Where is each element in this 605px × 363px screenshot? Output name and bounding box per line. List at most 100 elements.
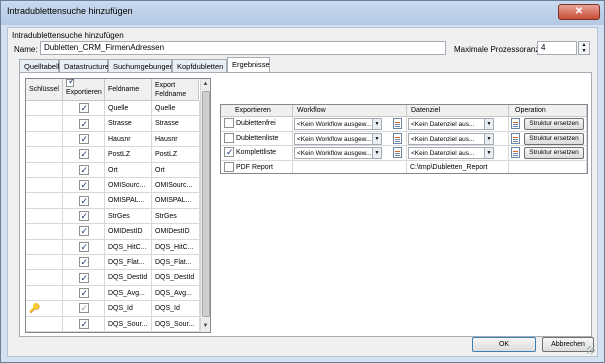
export-checkbox[interactable]	[78, 132, 89, 146]
workflow-cell[interactable]: <Kein Workflow ausgew... ▼	[293, 131, 407, 146]
operation-cell[interactable]: Struktur ersetzen	[509, 117, 587, 132]
field-name-cell[interactable]: DQS_HitC...	[105, 239, 152, 255]
workflow-dropdown[interactable]: <Kein Workflow ausgew... ▼	[294, 118, 382, 130]
export-checkbox[interactable]	[78, 255, 89, 269]
edit-target-icon[interactable]	[511, 132, 520, 144]
export-checkbox[interactable]	[78, 209, 89, 223]
key-cell[interactable]	[26, 131, 63, 148]
chevron-down-icon[interactable]: ▼	[484, 133, 493, 144]
field-name-column-header[interactable]: Feldname	[105, 79, 152, 101]
export-cell[interactable]	[63, 301, 105, 317]
export-checkbox[interactable]	[78, 240, 89, 254]
export-checkbox[interactable]	[78, 317, 89, 331]
field-name-cell[interactable]: DQS_Id	[105, 301, 152, 317]
export-field-name-cell[interactable]: Strasse	[152, 116, 200, 132]
max-processors-spinner[interactable]: ▲ ▼	[578, 41, 590, 55]
target-header[interactable]: Datenziel	[407, 105, 509, 117]
workflow-cell[interactable]: <Kein Workflow ausgew... ▼	[293, 117, 407, 132]
export-field-name-cell[interactable]: DQS_Flat...	[152, 255, 200, 271]
target-cell[interactable]: <Kein Datenziel aus... ▼	[407, 117, 509, 132]
key-cell[interactable]	[26, 255, 63, 271]
resize-grip-icon[interactable]	[587, 346, 595, 354]
field-name-cell[interactable]: OMIDestID	[105, 224, 152, 240]
key-cell[interactable]	[26, 208, 63, 225]
field-name-cell[interactable]: DQS_Avg...	[105, 285, 152, 302]
export-checkbox[interactable]	[78, 286, 89, 300]
export-field-name-cell[interactable]: DQS_Avg...	[152, 285, 200, 302]
target-dropdown[interactable]: <Kein Datenziel aus... ▼	[408, 147, 494, 159]
edit-workflow-icon[interactable]	[393, 132, 402, 144]
field-name-cell[interactable]: OMISourc...	[105, 178, 152, 194]
chevron-down-icon[interactable]: ▼	[372, 133, 381, 144]
result-export-checkbox[interactable]	[224, 161, 234, 172]
result-export-checkbox[interactable]	[224, 146, 234, 160]
field-name-cell[interactable]: Quelle	[105, 101, 152, 117]
workflow-cell[interactable]: <Kein Workflow ausgew... ▼	[293, 146, 407, 161]
spin-down-icon[interactable]: ▼	[579, 48, 589, 54]
operation-cell[interactable]: Struktur ersetzen	[509, 131, 587, 146]
export-cell[interactable]	[63, 193, 105, 209]
export-field-name-cell[interactable]: DQS_Id	[152, 301, 200, 317]
export-cell[interactable]	[63, 147, 105, 163]
export-checkbox[interactable]	[78, 178, 89, 192]
key-cell[interactable]	[26, 147, 63, 163]
max-processors-input[interactable]: 4	[537, 41, 577, 55]
export-field-name-cell[interactable]: DQS_Sour...	[152, 316, 200, 332]
workflow-dropdown[interactable]: <Kein Workflow ausgew... ▼	[294, 132, 382, 145]
tab-quelltabellen[interactable]: Quelltabellen	[19, 59, 68, 72]
export-cell[interactable]	[63, 285, 105, 302]
target-cell[interactable]: <Kein Datenziel aus... ▼	[407, 131, 509, 146]
tab-ergebnisse[interactable]: Ergebnisse	[227, 57, 270, 73]
export-cell[interactable]	[63, 116, 105, 132]
field-name-cell[interactable]: Ort	[105, 162, 152, 178]
export-field-name-cell[interactable]: Ort	[152, 162, 200, 178]
chevron-down-icon[interactable]: ▼	[372, 148, 381, 158]
edit-workflow-icon[interactable]	[393, 147, 402, 158]
export-field-column-header[interactable]: Export Feldname	[152, 79, 199, 101]
export-checkbox[interactable]	[78, 147, 89, 162]
field-name-cell[interactable]: DQS_Flat...	[105, 255, 152, 271]
export-checkbox[interactable]	[78, 163, 89, 177]
edit-workflow-icon[interactable]	[393, 118, 402, 129]
export-field-name-cell[interactable]: PostLZ	[152, 147, 200, 163]
export-cell[interactable]	[63, 270, 105, 286]
export-field-name-cell[interactable]: Quelle	[152, 101, 200, 117]
operation-cell[interactable]	[509, 160, 587, 173]
title-bar[interactable]: Intradublettensuche hinzufügen ✕	[1, 1, 604, 25]
export-cell[interactable]	[63, 208, 105, 225]
export-field-name-cell[interactable]: OMIDestID	[152, 224, 200, 240]
field-name-cell[interactable]: Strasse	[105, 116, 152, 132]
result-export-header[interactable]: Exportieren	[221, 105, 293, 117]
export-cell[interactable]	[63, 316, 105, 332]
export-field-name-cell[interactable]: OMISourc...	[152, 178, 200, 194]
scroll-thumb[interactable]	[202, 91, 210, 317]
result-name-cell[interactable]: PDF Report	[221, 160, 293, 173]
replace-structure-button[interactable]: Struktur ersetzen	[524, 132, 584, 145]
scroll-up-icon[interactable]: ▲	[201, 79, 210, 90]
tab-kopfdubletten[interactable]: Kopfdubletten	[172, 59, 227, 72]
export-cell[interactable]	[63, 255, 105, 271]
field-name-cell[interactable]: PostLZ	[105, 147, 152, 163]
key-cell[interactable]	[26, 162, 63, 178]
key-cell[interactable]	[26, 178, 63, 194]
export-field-name-cell[interactable]: DQS_DestId	[152, 270, 200, 286]
key-cell[interactable]	[26, 224, 63, 240]
close-button[interactable]: ✕	[558, 4, 600, 20]
export-cell[interactable]	[63, 131, 105, 148]
result-name-cell[interactable]: Dublettenfrei	[221, 117, 293, 132]
export-field-name-cell[interactable]: OMISPAL...	[152, 193, 200, 209]
scroll-down-icon[interactable]: ▼	[201, 321, 210, 332]
result-export-checkbox[interactable]	[224, 132, 234, 143]
field-name-cell[interactable]: OMISPAL...	[105, 193, 152, 209]
result-export-checkbox[interactable]	[224, 118, 234, 129]
export-checkbox[interactable]	[78, 301, 89, 316]
operation-header[interactable]: Operation	[509, 105, 587, 117]
export-checkbox[interactable]	[78, 271, 89, 285]
edit-target-icon[interactable]	[511, 147, 520, 158]
export-cell[interactable]	[63, 178, 105, 194]
target-cell[interactable]: <Kein Datenziel aus... ▼	[407, 146, 509, 161]
export-checkbox[interactable]	[78, 194, 89, 208]
name-input[interactable]: Dubletten_CRM_FirmenAdressen	[40, 41, 446, 55]
field-grid-scrollbar[interactable]: ▲ ▼	[200, 79, 210, 332]
export-cell[interactable]	[63, 224, 105, 240]
